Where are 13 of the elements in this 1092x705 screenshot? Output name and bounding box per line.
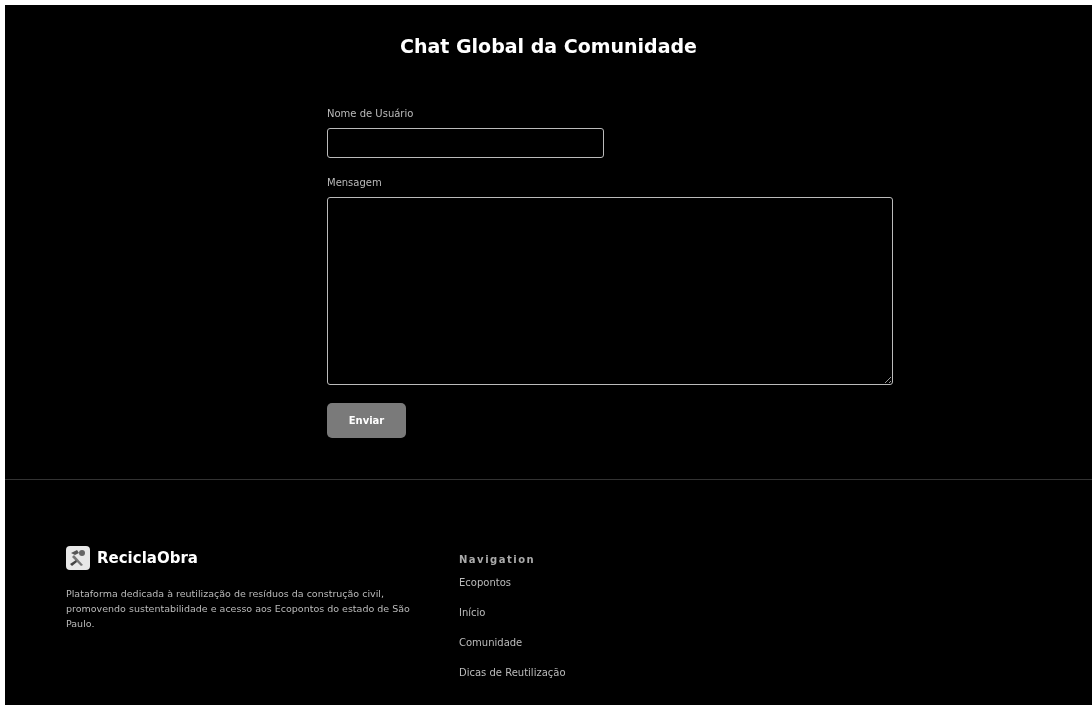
nav-heading: Navigation	[459, 554, 536, 565]
nav-link[interactable]: Início	[459, 607, 486, 619]
nav-link[interactable]: Ecopontos	[459, 577, 511, 589]
nav-link[interactable]: Dicas de Reutilização	[459, 667, 566, 679]
message-field[interactable]	[327, 197, 893, 385]
brand-description: Plataforma dedicada à reutilização de resíduos da construção civil, promovendo sustentabilidade e acesso aos Ecopontos do estado de São Paulo.	[66, 587, 411, 631]
username-field[interactable]	[327, 128, 604, 158]
field-label: Nome de Usuário	[327, 108, 414, 119]
brand-name: ReciclaObra	[97, 549, 198, 567]
page-title: Chat Global da Comunidade	[399, 34, 698, 58]
logo-icon	[66, 546, 90, 570]
nav-link[interactable]: Comunidade	[459, 637, 523, 649]
field-label: Mensagem	[327, 177, 382, 188]
